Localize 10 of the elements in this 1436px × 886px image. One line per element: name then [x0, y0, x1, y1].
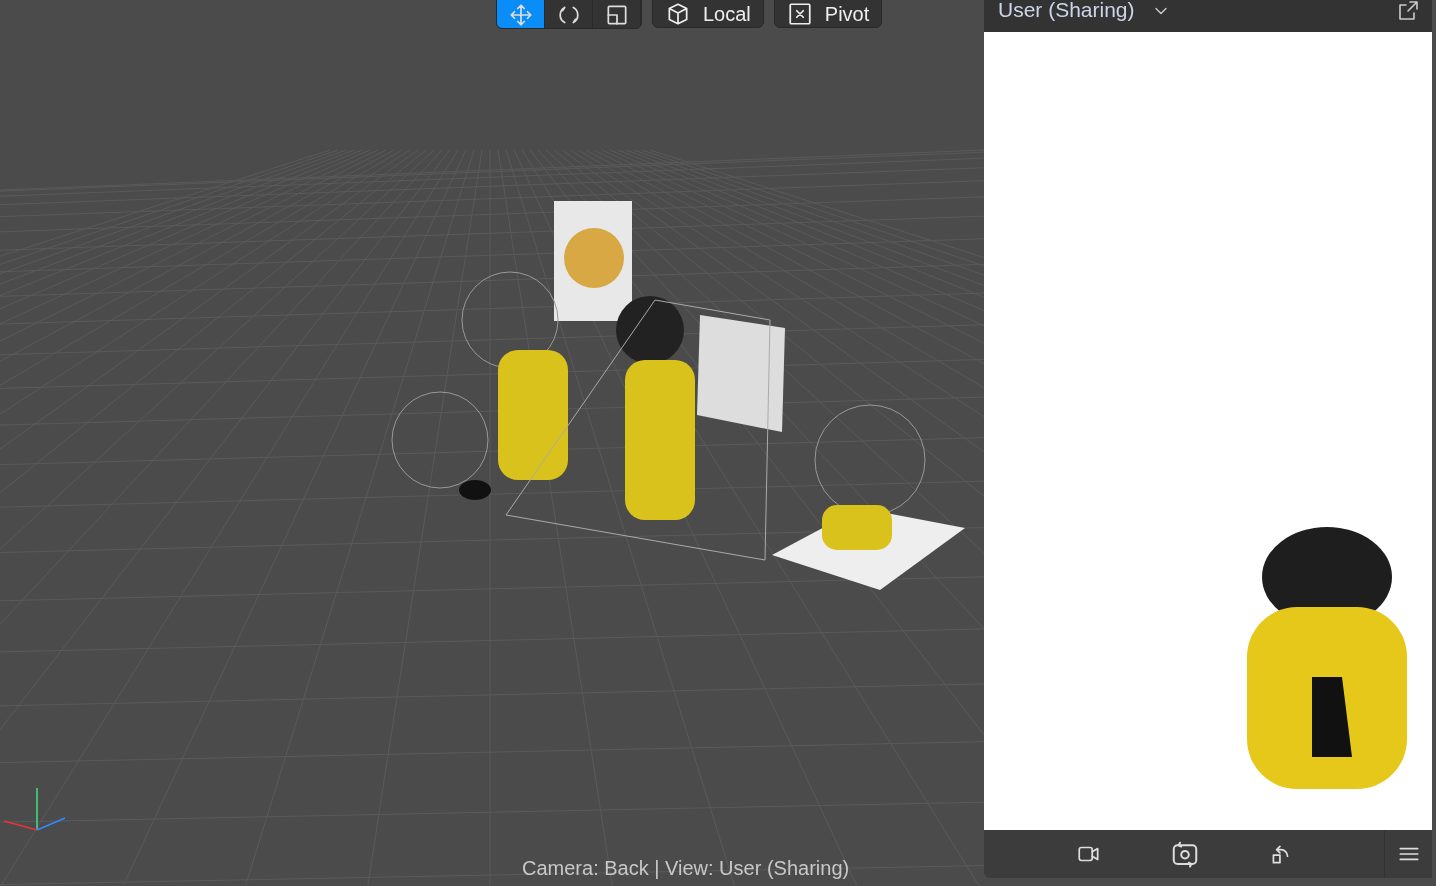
external-link-icon	[1396, 0, 1420, 23]
camera-status-text: Camera: Back | View: User (Sharing)	[522, 857, 850, 880]
local-space-button[interactable]: Local	[652, 0, 764, 28]
pivot-button[interactable]: Pivot	[773, 0, 883, 28]
menu-button[interactable]	[1384, 830, 1432, 878]
x-box-icon	[786, 1, 813, 27]
cube-icon	[665, 1, 691, 27]
axis-gizmo-drawing	[3, 787, 66, 831]
move-tool-button[interactable]	[497, 0, 545, 28]
preview-title[interactable]: User (Sharing)	[998, 0, 1135, 22]
